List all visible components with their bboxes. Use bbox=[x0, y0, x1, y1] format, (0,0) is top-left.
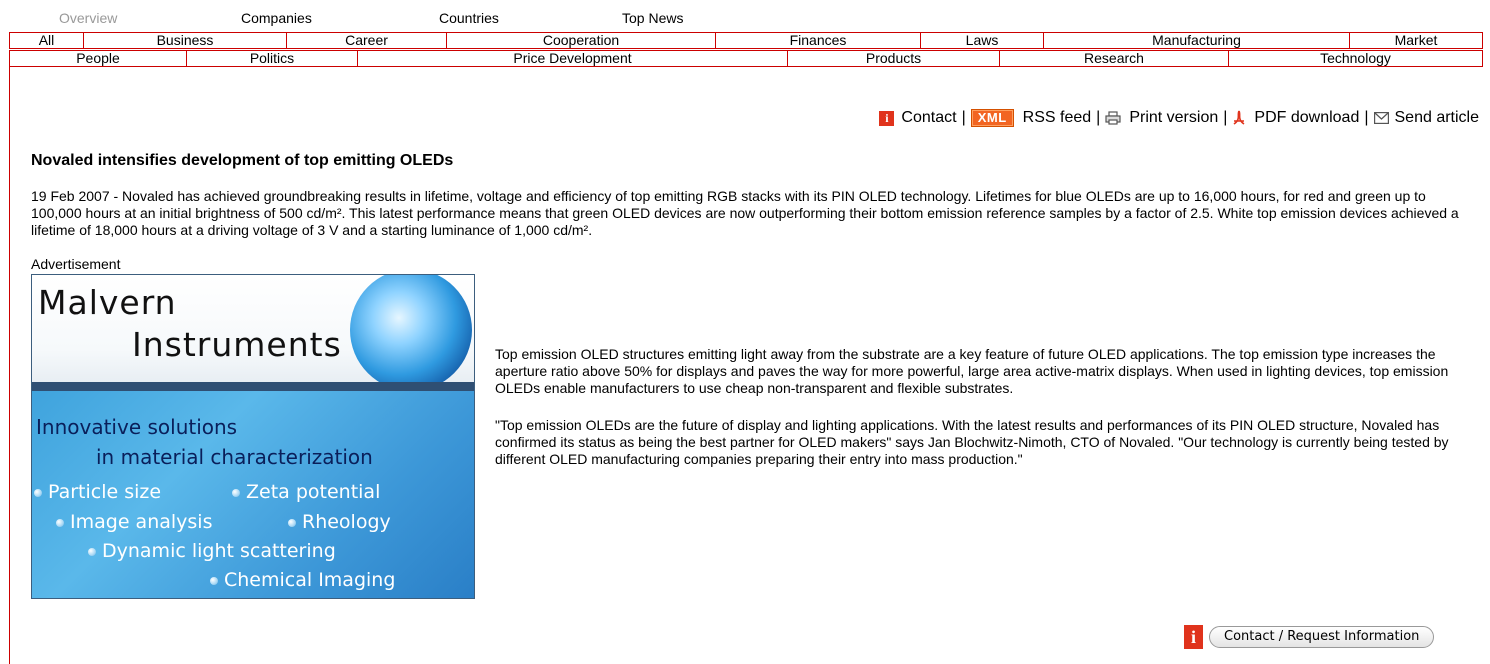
tab-countries[interactable]: Countries bbox=[439, 9, 499, 27]
info-icon: i bbox=[879, 110, 895, 126]
article-intro: 19 Feb 2007 - Novaled has achieved groun… bbox=[31, 188, 1459, 238]
ad-bullet-zeta-potential: Zeta potential bbox=[232, 481, 380, 503]
send-label: Send article bbox=[1394, 109, 1480, 126]
category-nav-row-2: People Politics Price Development Produc… bbox=[9, 50, 1483, 67]
pdf-download-link[interactable]: PDF download bbox=[1232, 108, 1359, 128]
article-paragraph-1: Top emission OLED structures emitting li… bbox=[495, 346, 1449, 396]
top-navigation: Overview Companies Countries Top News bbox=[0, 9, 760, 27]
ad-brand-line-2: Instruments bbox=[132, 325, 342, 364]
separator: | bbox=[1364, 109, 1369, 126]
envelope-icon bbox=[1373, 112, 1389, 124]
info-icon: i bbox=[1184, 625, 1203, 649]
contact-label: Contact bbox=[901, 109, 957, 126]
category-people[interactable]: People bbox=[9, 50, 187, 67]
advertisement-label: Advertisement bbox=[31, 256, 121, 272]
category-cooperation[interactable]: Cooperation bbox=[446, 32, 716, 49]
ad-bullet-particle-size: Particle size bbox=[34, 481, 161, 503]
ad-tagline-1: Innovative solutions bbox=[36, 415, 238, 439]
separator: | bbox=[961, 109, 966, 126]
article-tools: i Contact | XML RSS feed | Print version… bbox=[879, 108, 1479, 128]
globe-graphic bbox=[350, 275, 472, 391]
category-products[interactable]: Products bbox=[787, 50, 1000, 67]
ad-bullet-chemical-imaging: Chemical Imaging bbox=[210, 569, 395, 591]
category-all[interactable]: All bbox=[9, 32, 84, 49]
category-nav-row-1: All Business Career Cooperation Finances… bbox=[9, 32, 1483, 49]
category-laws[interactable]: Laws bbox=[920, 32, 1044, 49]
separator: | bbox=[1096, 109, 1101, 126]
ad-bullet-dynamic-light-scattering: Dynamic light scattering bbox=[88, 540, 336, 562]
advertisement-banner[interactable]: Malvern Instruments Innovative solutions… bbox=[31, 274, 475, 599]
ad-divider bbox=[32, 382, 474, 391]
request-info-area: i Contact / Request Information bbox=[1184, 625, 1435, 649]
article-paragraph-2: "Top emission OLEDs are the future of di… bbox=[495, 417, 1449, 467]
ad-brand-line-1: Malvern bbox=[38, 283, 177, 322]
rss-feed-link[interactable]: XML RSS feed bbox=[970, 108, 1092, 128]
tab-overview[interactable]: Overview bbox=[59, 9, 117, 27]
category-business[interactable]: Business bbox=[83, 32, 287, 49]
tab-top-news[interactable]: Top News bbox=[622, 9, 683, 27]
article-headline: Novaled intensifies development of top e… bbox=[31, 152, 454, 169]
rss-label: RSS feed bbox=[1022, 109, 1092, 126]
pdf-label: PDF download bbox=[1254, 109, 1360, 126]
category-career[interactable]: Career bbox=[286, 32, 447, 49]
content-left-border bbox=[9, 65, 10, 664]
xml-badge-icon: XML bbox=[970, 109, 1014, 127]
print-label: Print version bbox=[1129, 109, 1219, 126]
pdf-icon bbox=[1233, 110, 1245, 125]
tab-companies[interactable]: Companies bbox=[241, 9, 312, 27]
ad-bullet-image-analysis: Image analysis bbox=[56, 511, 212, 533]
contact-link[interactable]: i Contact bbox=[879, 108, 957, 128]
separator: | bbox=[1223, 109, 1228, 126]
category-manufacturing[interactable]: Manufacturing bbox=[1043, 32, 1350, 49]
printer-icon bbox=[1105, 111, 1121, 125]
category-research[interactable]: Research bbox=[999, 50, 1229, 67]
category-politics[interactable]: Politics bbox=[186, 50, 358, 67]
category-technology[interactable]: Technology bbox=[1228, 50, 1483, 67]
category-finances[interactable]: Finances bbox=[715, 32, 921, 49]
contact-request-button[interactable]: Contact / Request Information bbox=[1209, 626, 1435, 648]
send-article-link[interactable]: Send article bbox=[1373, 108, 1480, 128]
ad-bullet-rheology: Rheology bbox=[288, 511, 391, 533]
print-version-link[interactable]: Print version bbox=[1105, 108, 1218, 128]
category-price-development[interactable]: Price Development bbox=[357, 50, 788, 67]
category-market[interactable]: Market bbox=[1349, 32, 1483, 49]
ad-tagline-2: in material characterization bbox=[96, 445, 373, 469]
